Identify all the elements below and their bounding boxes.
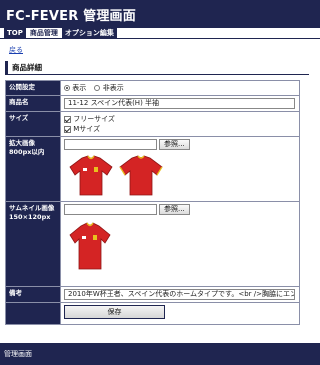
footer-bar: 管理画面 bbox=[0, 343, 320, 365]
size-m-checkbox[interactable] bbox=[64, 125, 71, 133]
large-image-label: 拡大画像 bbox=[9, 139, 35, 147]
size-free-label: フリーサイズ bbox=[73, 115, 115, 123]
thumbnail-label: サムネイル画像 bbox=[9, 204, 55, 212]
submit-row-label bbox=[5, 302, 61, 325]
save-button[interactable]: 保存 bbox=[64, 305, 165, 319]
thumbnail-browse-button[interactable]: 参照... bbox=[159, 204, 190, 215]
app-title: FC-FEVER 管理画面 bbox=[6, 9, 136, 24]
jersey-thumbnail-image bbox=[69, 222, 111, 270]
large-image-browse-button[interactable]: 参照... bbox=[159, 139, 190, 150]
size-label: サイズ bbox=[5, 111, 61, 137]
back-link[interactable]: 戻る bbox=[9, 45, 23, 55]
thumbnail-file-input[interactable] bbox=[64, 204, 157, 215]
status-radio-show[interactable] bbox=[64, 85, 70, 91]
status-label: 公開設定 bbox=[5, 80, 61, 96]
jersey-front-image bbox=[69, 155, 113, 196]
product-form: 公開設定 表示 非表示 商品名 11-12 スペイン代表(H) 半袖 サイズ フ… bbox=[5, 80, 300, 325]
status-option-show: 表示 bbox=[72, 84, 87, 92]
large-image-file-input[interactable] bbox=[64, 139, 157, 150]
product-name-label: 商品名 bbox=[5, 95, 61, 112]
thumbnail-note: 150×120px bbox=[9, 213, 51, 221]
jersey-back-image bbox=[119, 155, 163, 196]
product-name-input[interactable]: 11-12 スペイン代表(H) 半袖 bbox=[64, 98, 295, 109]
size-free-checkbox[interactable] bbox=[64, 115, 71, 123]
header-bar: FC-FEVER 管理画面 bbox=[0, 0, 320, 28]
remarks-input[interactable]: 2010年W杯王者、スペイン代表のホームタイプです。<br />胸脇にエンブレム… bbox=[64, 289, 295, 300]
status-radio-hide[interactable] bbox=[94, 85, 101, 91]
thumbnail-preview bbox=[64, 216, 296, 282]
section-title: 商品詳細 bbox=[5, 61, 309, 75]
tab-divider bbox=[0, 38, 320, 39]
large-image-note: 800px以内 bbox=[9, 148, 45, 156]
size-m-label: Mサイズ bbox=[73, 125, 101, 133]
large-image-previews bbox=[64, 151, 296, 199]
footer-text: 管理画面 bbox=[4, 350, 32, 358]
status-option-hide: 非表示 bbox=[102, 84, 124, 92]
remarks-label: 備考 bbox=[5, 286, 61, 303]
